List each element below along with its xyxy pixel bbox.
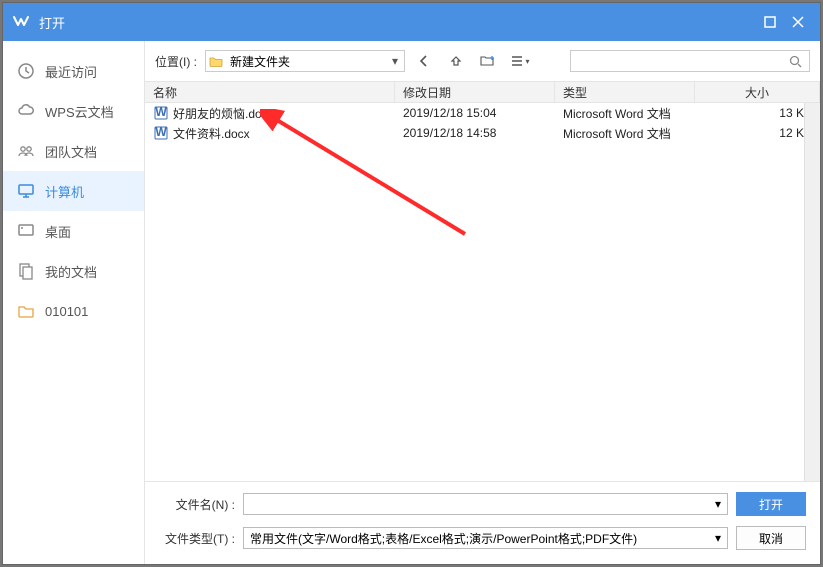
- file-row[interactable]: W 文件资料.docx 2019/12/18 14:58 Microsoft Wo…: [145, 123, 820, 143]
- sidebar-item-desktop[interactable]: 桌面: [3, 211, 144, 251]
- search-box[interactable]: [570, 50, 810, 72]
- cancel-button[interactable]: 取消: [736, 526, 806, 550]
- sidebar-item-my-documents[interactable]: 我的文档: [3, 251, 144, 291]
- clock-icon: [17, 62, 35, 80]
- path-selector[interactable]: 新建文件夹 ▾: [205, 50, 405, 72]
- sidebar-item-label: 计算机: [45, 182, 84, 201]
- window-maximize-button[interactable]: [756, 8, 784, 36]
- sidebar-item-team[interactable]: 团队文档: [3, 131, 144, 171]
- filename-label: 文件名(N) :: [159, 496, 235, 513]
- search-icon[interactable]: [787, 55, 803, 68]
- new-folder-button[interactable]: [475, 50, 501, 72]
- vertical-scrollbar[interactable]: [804, 103, 820, 481]
- computer-icon: [17, 182, 35, 200]
- file-type: Microsoft Word 文档: [563, 125, 671, 142]
- sidebar-item-label: 最近访问: [45, 62, 97, 81]
- titlebar: 打开: [3, 3, 820, 41]
- sidebar-item-label: 我的文档: [45, 262, 97, 281]
- folder-icon: [17, 302, 35, 320]
- column-header-name[interactable]: 名称: [145, 82, 395, 102]
- file-date: 2019/12/18 14:58: [403, 126, 496, 140]
- file-list-header: 名称 修改日期 类型 大小: [145, 81, 820, 103]
- app-logo-icon: [11, 12, 31, 32]
- bottom-panel: 文件名(N) : ▾ 打开 文件类型(T) : 常用文件(文字/Word格式;表…: [145, 481, 820, 564]
- toolbar: 位置(I) : 新建文件夹 ▾ ▾: [145, 41, 820, 81]
- file-date: 2019/12/18 15:04: [403, 106, 496, 120]
- sidebar-item-label: 010101: [45, 304, 88, 319]
- sidebar-item-folder-010101[interactable]: 010101: [3, 291, 144, 331]
- filetype-value: 常用文件(文字/Word格式;表格/Excel格式;演示/PowerPoint格…: [250, 530, 637, 547]
- window-close-button[interactable]: [784, 8, 812, 36]
- view-mode-button[interactable]: ▾: [507, 50, 533, 72]
- file-list-wrap: W 好朋友的烦恼.docx 2019/12/18 15:04 Microsoft …: [145, 103, 820, 481]
- chevron-down-icon[interactable]: ▾: [715, 497, 721, 511]
- cloud-icon: [17, 102, 35, 120]
- nav-up-button[interactable]: [443, 50, 469, 72]
- dialog-body: 最近访问 WPS云文档 团队文档 计算机 桌面 我的文档: [3, 41, 820, 564]
- file-row[interactable]: W 好朋友的烦恼.docx 2019/12/18 15:04 Microsoft …: [145, 103, 820, 123]
- file-name: 文件资料.docx: [173, 125, 250, 142]
- sidebar-item-label: 团队文档: [45, 142, 97, 161]
- file-name: 好朋友的烦恼.docx: [173, 105, 274, 122]
- open-button[interactable]: 打开: [736, 492, 806, 516]
- file-list: W 好朋友的烦恼.docx 2019/12/18 15:04 Microsoft …: [145, 103, 820, 481]
- column-header-type[interactable]: 类型: [555, 82, 695, 102]
- chevron-down-icon[interactable]: ▾: [715, 531, 721, 545]
- open-dialog-window: 打开 最近访问 WPS云文档 团队文档 计算机: [2, 2, 821, 565]
- svg-text:W: W: [155, 126, 167, 139]
- sidebar-item-computer[interactable]: 计算机: [3, 171, 144, 211]
- sidebar-item-wps-cloud[interactable]: WPS云文档: [3, 91, 144, 131]
- desktop-icon: [17, 222, 35, 240]
- main-panel: 位置(I) : 新建文件夹 ▾ ▾ 名称 修改日期 类型: [145, 41, 820, 564]
- column-header-date[interactable]: 修改日期: [395, 82, 555, 102]
- folder-icon: [206, 54, 226, 68]
- filename-input[interactable]: ▾: [243, 493, 728, 515]
- path-text: 新建文件夹: [226, 53, 386, 70]
- sidebar-item-recent[interactable]: 最近访问: [3, 51, 144, 91]
- filetype-label: 文件类型(T) :: [159, 530, 235, 547]
- chevron-down-icon[interactable]: ▾: [386, 54, 404, 68]
- sidebar-item-label: 桌面: [45, 222, 71, 241]
- word-doc-icon: W: [153, 125, 169, 141]
- nav-back-button[interactable]: [411, 50, 437, 72]
- sidebar-item-label: WPS云文档: [45, 102, 114, 121]
- search-input[interactable]: [577, 54, 787, 68]
- column-header-size[interactable]: 大小: [695, 82, 820, 102]
- word-doc-icon: W: [153, 105, 169, 121]
- documents-icon: [17, 262, 35, 280]
- window-title: 打开: [39, 13, 756, 32]
- location-label: 位置(I) :: [155, 53, 199, 70]
- sidebar: 最近访问 WPS云文档 团队文档 计算机 桌面 我的文档: [3, 41, 145, 564]
- svg-text:W: W: [155, 106, 167, 119]
- file-type: Microsoft Word 文档: [563, 105, 671, 122]
- filetype-select[interactable]: 常用文件(文字/Word格式;表格/Excel格式;演示/PowerPoint格…: [243, 527, 728, 549]
- team-icon: [17, 142, 35, 160]
